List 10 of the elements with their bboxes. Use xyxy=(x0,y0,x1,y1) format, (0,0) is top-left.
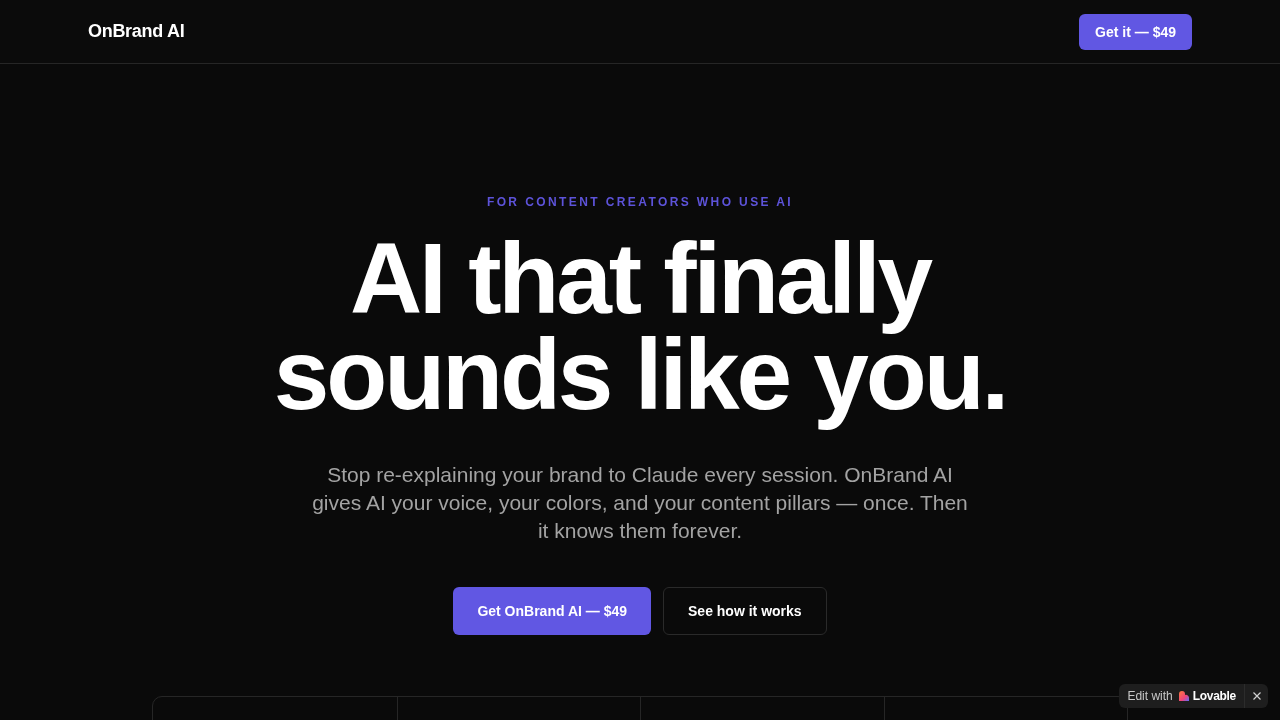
how-it-works-button[interactable]: See how it works xyxy=(663,587,827,635)
hero-description: Stop re-explaining your brand to Claude every session. OnBrand AI gives AI your voice, your colors, and your content pillars — once. Then it knows them forever. xyxy=(312,462,968,544)
heart-logo-icon xyxy=(1178,691,1189,701)
nav-cta-button[interactable]: Get it — $49 xyxy=(1079,13,1192,50)
buy-button[interactable]: Get OnBrand AI — $49 xyxy=(453,587,651,635)
brand-logo-text[interactable]: OnBrand AI xyxy=(88,21,185,42)
eyebrow-text: FOR CONTENT CREATORS WHO USE AI xyxy=(486,194,794,210)
close-icon xyxy=(1252,692,1261,700)
edit-with-link[interactable]: Edit with Lovable xyxy=(1127,689,1244,703)
hero-headline: AI that finally sounds like you. xyxy=(272,226,1008,432)
